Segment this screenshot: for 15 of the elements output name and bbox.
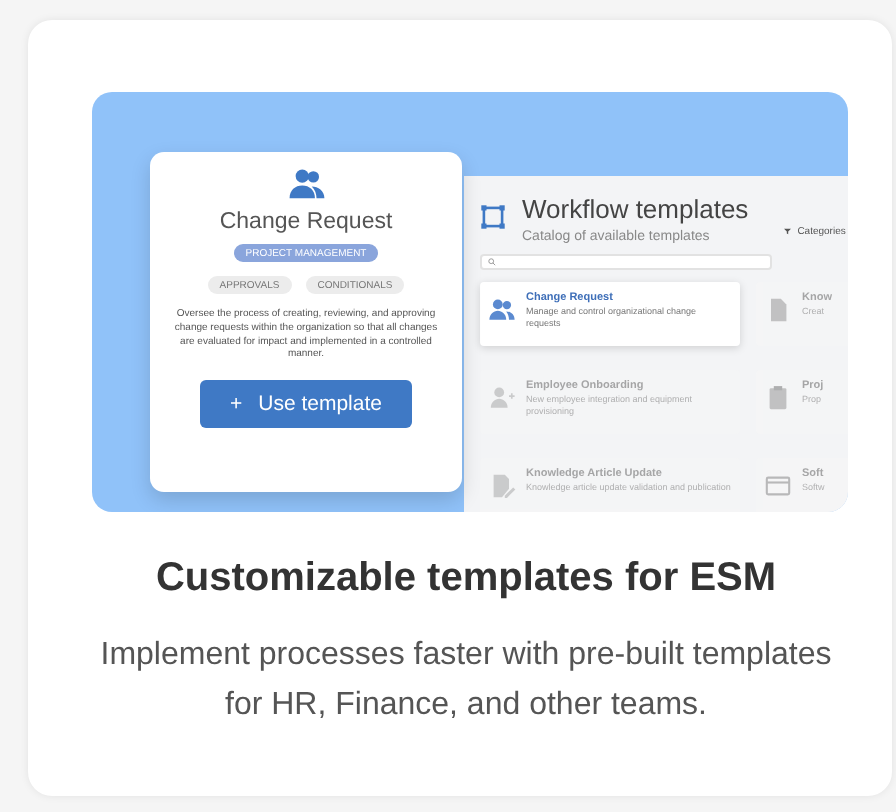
clipboard-icon [764, 384, 792, 412]
add-person-icon [488, 384, 516, 412]
use-template-button[interactable]: + Use template [199, 380, 412, 429]
filter-icon [784, 228, 792, 236]
app-title: Workflow templates [522, 194, 749, 224]
people-icon [287, 168, 325, 200]
search-icon [488, 258, 496, 266]
template-title: Change Request [219, 210, 393, 234]
window-icon [764, 472, 792, 500]
document-edit-icon [488, 472, 516, 500]
feature-heading: Customizable templates for ESM [153, 556, 779, 602]
people-icon [488, 296, 516, 324]
feature-description: Implement processes faster with pre-built templates for HR, Finance, and other teams. [98, 636, 834, 726]
workflow-icon [480, 204, 506, 230]
search-field[interactable] [480, 254, 772, 270]
